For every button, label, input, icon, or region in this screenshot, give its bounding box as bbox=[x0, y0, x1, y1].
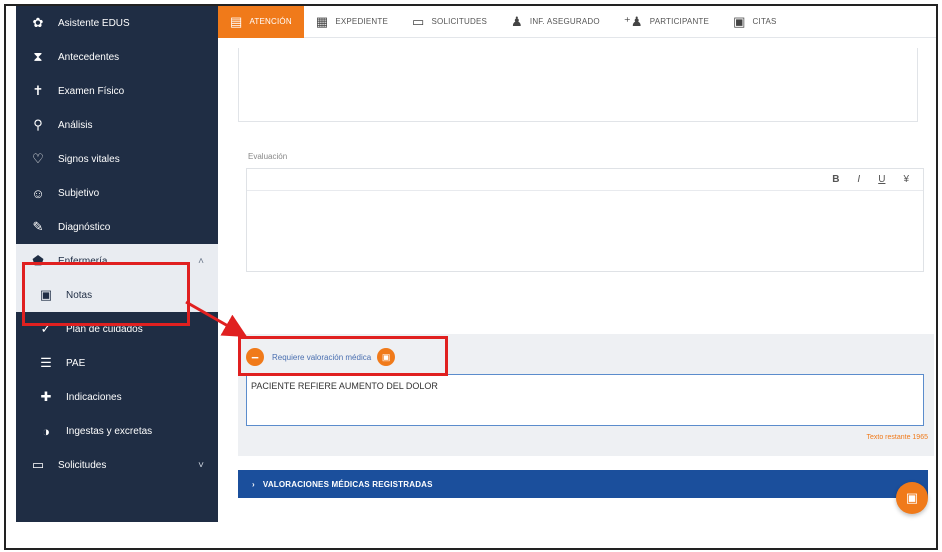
clear-format-button[interactable]: ¥ bbox=[903, 174, 909, 185]
pen-icon: ✎ bbox=[32, 219, 44, 234]
list-icon: ▤ bbox=[230, 13, 243, 29]
tab-atencion[interactable]: ▤ ATENCIÓN bbox=[218, 6, 304, 38]
nota-textarea[interactable]: PACIENTE REFIERE AUMENTO DEL DOLOR bbox=[246, 374, 924, 426]
tab-inf-asegurado[interactable]: ♟ INF. ASEGURADO bbox=[499, 6, 612, 38]
save-icon: ▣ bbox=[905, 490, 919, 505]
sidebar-item-signos-vitales[interactable]: ♡ Signos vitales bbox=[16, 142, 218, 176]
valoraciones-medicas-banner[interactable]: › VALORACIONES MÉDICAS REGISTRADAS bbox=[238, 470, 928, 498]
screenshot-frame: ✿ Asistente EDUS ⧗ Antecedentes ✝ Examen… bbox=[4, 4, 938, 550]
sidebar-item-diagnostico[interactable]: ✎ Diagnóstico bbox=[16, 210, 218, 244]
tab-bar: ▤ ATENCIÓN ▦ EXPEDIENTE ▭ SOLICITUDES ♟ … bbox=[218, 6, 936, 38]
tab-label: EXPEDIENTE bbox=[335, 17, 388, 26]
evaluacion-editor[interactable]: B I U ¥ bbox=[246, 168, 924, 272]
monitor-icon: ▭ bbox=[412, 13, 425, 29]
sidebar-item-asistente-edus[interactable]: ✿ Asistente EDUS bbox=[16, 6, 218, 40]
chevron-up-icon[interactable]: ˄ bbox=[198, 256, 204, 267]
sidebar-item-label: Ingestas y excretas bbox=[66, 425, 153, 437]
sidebar-item-label: Signos vitales bbox=[58, 153, 120, 165]
tab-label: SOLICITUDES bbox=[431, 17, 488, 26]
chevron-right-icon: › bbox=[252, 479, 255, 489]
sidebar-item-label: Solicitudes bbox=[58, 459, 107, 471]
remaining-text-counter: Texto restante 1965 bbox=[866, 434, 929, 441]
sidebar-item-label: PAE bbox=[66, 357, 86, 369]
tab-label: CITAS bbox=[752, 17, 777, 26]
sidebar-item-indicaciones[interactable]: ✚ Indicaciones bbox=[16, 380, 218, 414]
underline-button[interactable]: U bbox=[878, 174, 885, 185]
tab-label: INF. ASEGURADO bbox=[529, 17, 600, 26]
italic-button[interactable]: I bbox=[857, 174, 860, 185]
sidebar-item-label: Examen Físico bbox=[58, 85, 125, 97]
sidebar-item-analisis[interactable]: ⚲ Análisis bbox=[16, 108, 218, 142]
heart-icon: ♡ bbox=[32, 151, 44, 166]
tab-label: ATENCIÓN bbox=[249, 17, 292, 26]
hourglass-icon: ⧗ bbox=[33, 49, 43, 64]
save-fab-button[interactable]: ▣ bbox=[896, 482, 928, 514]
sidebar-item-label: Indicaciones bbox=[66, 391, 122, 403]
monitor-icon: ▭ bbox=[31, 457, 45, 472]
annotation-box-enfermeria bbox=[22, 262, 190, 326]
bold-button[interactable]: B bbox=[832, 174, 839, 185]
id-card-icon: ▦ bbox=[315, 13, 329, 29]
sidebar-item-subjetivo[interactable]: ☺ Subjetivo bbox=[16, 176, 218, 210]
annotation-box-requiere bbox=[238, 336, 448, 376]
gear-icon: ✿ bbox=[32, 15, 44, 30]
banner-label: VALORACIONES MÉDICAS REGISTRADAS bbox=[262, 479, 433, 489]
chevron-down-icon[interactable]: ˅ bbox=[198, 460, 204, 471]
sidebar-item-label: Análisis bbox=[58, 119, 93, 131]
evaluacion-label: Evaluación bbox=[248, 152, 288, 161]
sidebar-item-antecedentes[interactable]: ⧗ Antecedentes bbox=[16, 40, 218, 74]
sidebar-item-label: Diagnóstico bbox=[58, 221, 111, 233]
main-content: Evaluación B I U ¥ − Requiere valoración… bbox=[218, 38, 936, 548]
tab-participante[interactable]: ⁺♟ PARTICIPANTE bbox=[612, 6, 721, 38]
editor-toolbar: B I U ¥ bbox=[247, 169, 923, 191]
person-icon: ♟ bbox=[511, 13, 523, 29]
sidebar-item-ingestas-y-excretas[interactable]: ◑ Ingestas y excretas bbox=[16, 414, 218, 448]
tab-expediente[interactable]: ▦ EXPEDIENTE bbox=[304, 6, 400, 38]
tab-label: PARTICIPANTE bbox=[649, 17, 710, 26]
sidebar-item-label: Subjetivo bbox=[58, 187, 100, 199]
sidebar-item-examen-fisico[interactable]: ✝ Examen Físico bbox=[16, 74, 218, 108]
drop-icon: ◑ bbox=[42, 423, 50, 439]
medical-kit-icon: ✚ bbox=[40, 389, 52, 404]
previous-editor-box[interactable] bbox=[238, 48, 918, 122]
search-icon: ⚲ bbox=[33, 117, 43, 132]
person-icon: ✝ bbox=[32, 83, 44, 98]
list-icon: ☰ bbox=[40, 355, 52, 370]
sidebar-item-solicitudes[interactable]: ▭ Solicitudes ˅ bbox=[16, 448, 218, 482]
sidebar-item-label: Asistente EDUS bbox=[58, 17, 130, 29]
sidebar-item-pae[interactable]: ☰ PAE bbox=[16, 346, 218, 380]
smile-icon: ☺ bbox=[31, 185, 45, 201]
calendar-icon: ▣ bbox=[733, 13, 746, 29]
tab-citas[interactable]: ▣ CITAS bbox=[721, 6, 788, 38]
sidebar-item-label: Antecedentes bbox=[58, 51, 120, 63]
tab-solicitudes[interactable]: ▭ SOLICITUDES bbox=[400, 6, 499, 38]
add-group-icon: ⁺♟ bbox=[623, 13, 643, 29]
